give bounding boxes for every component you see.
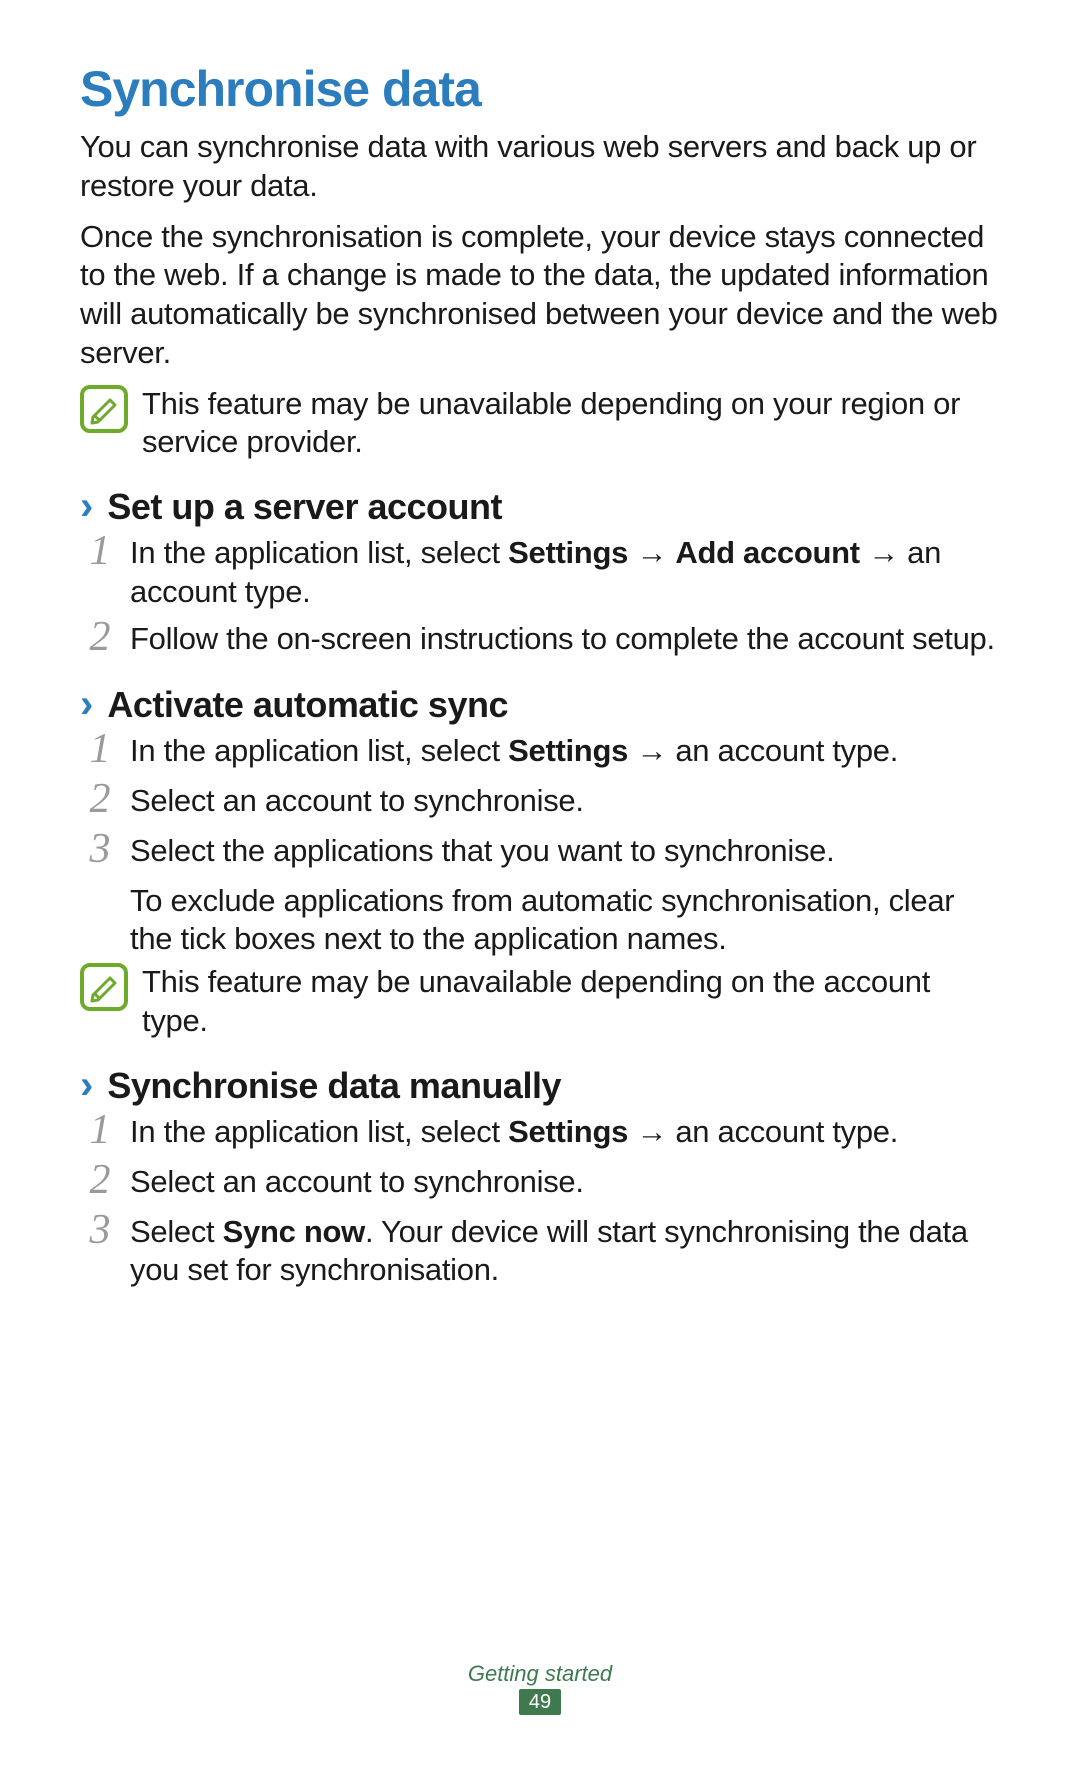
step-row: 1 In the application list, select Settin… <box>80 534 1000 612</box>
step-row: 1 In the application list, select Settin… <box>80 1113 1000 1155</box>
step-number: 2 <box>80 1159 120 1201</box>
subheading-synchronise-manually: › Synchronise data manually <box>80 1065 1000 1107</box>
subheading-set-up-server-account: › Set up a server account <box>80 486 1000 528</box>
manual-page: Synchronise data You can synchronise dat… <box>0 0 1080 1771</box>
note-icon <box>80 963 128 1011</box>
note-text: This feature may be unavailable dependin… <box>142 963 1000 1041</box>
intro-paragraph-1: You can synchronise data with various we… <box>80 128 1000 206</box>
step-text: In the application list, select Settings… <box>130 1113 898 1152</box>
footer-page-number: 49 <box>519 1689 561 1715</box>
note-text: This feature may be unavailable dependin… <box>142 385 1000 463</box>
step-row: 2 Select an account to synchronise. <box>80 782 1000 824</box>
step-text: Select an account to synchronise. <box>130 782 584 821</box>
step-row: 2 Follow the on-screen instructions to c… <box>80 620 1000 662</box>
subheading-title: Set up a server account <box>107 486 502 528</box>
step-number: 2 <box>80 778 120 820</box>
note-account-type: This feature may be unavailable dependin… <box>80 963 1000 1041</box>
note-icon <box>80 385 128 433</box>
step-text: Select Sync now. Your device will start … <box>130 1213 1000 1291</box>
step-text: Select an account to synchronise. <box>130 1163 584 1202</box>
step-continuation: To exclude applications from automatic s… <box>130 882 1000 960</box>
step-row: 3 Select Sync now. Your device will star… <box>80 1213 1000 1291</box>
step-row: 2 Select an account to synchronise. <box>80 1163 1000 1205</box>
chevron-icon: › <box>80 684 93 724</box>
chevron-icon: › <box>80 1065 93 1105</box>
step-text: In the application list, select Settings… <box>130 534 1000 612</box>
subheading-activate-automatic-sync: › Activate automatic sync <box>80 684 1000 726</box>
step-number: 2 <box>80 616 120 658</box>
step-row: 1 In the application list, select Settin… <box>80 732 1000 774</box>
intro-paragraph-2: Once the synchronisation is complete, yo… <box>80 218 1000 373</box>
subheading-title: Synchronise data manually <box>107 1065 561 1107</box>
step-number: 1 <box>80 530 120 572</box>
step-text: Select the applications that you want to… <box>130 832 834 871</box>
page-footer: Getting started 49 <box>0 1661 1080 1715</box>
page-title: Synchronise data <box>80 60 1000 118</box>
chevron-icon: › <box>80 486 93 526</box>
step-number: 3 <box>80 1209 120 1251</box>
subheading-title: Activate automatic sync <box>107 684 508 726</box>
step-number: 3 <box>80 828 120 870</box>
step-text: In the application list, select Settings… <box>130 732 898 771</box>
footer-section-label: Getting started <box>0 1661 1080 1687</box>
step-number: 1 <box>80 728 120 770</box>
step-text: Follow the on-screen instructions to com… <box>130 620 995 659</box>
step-number: 1 <box>80 1109 120 1151</box>
note-region-availability: This feature may be unavailable dependin… <box>80 385 1000 463</box>
step-row: 3 Select the applications that you want … <box>80 832 1000 874</box>
